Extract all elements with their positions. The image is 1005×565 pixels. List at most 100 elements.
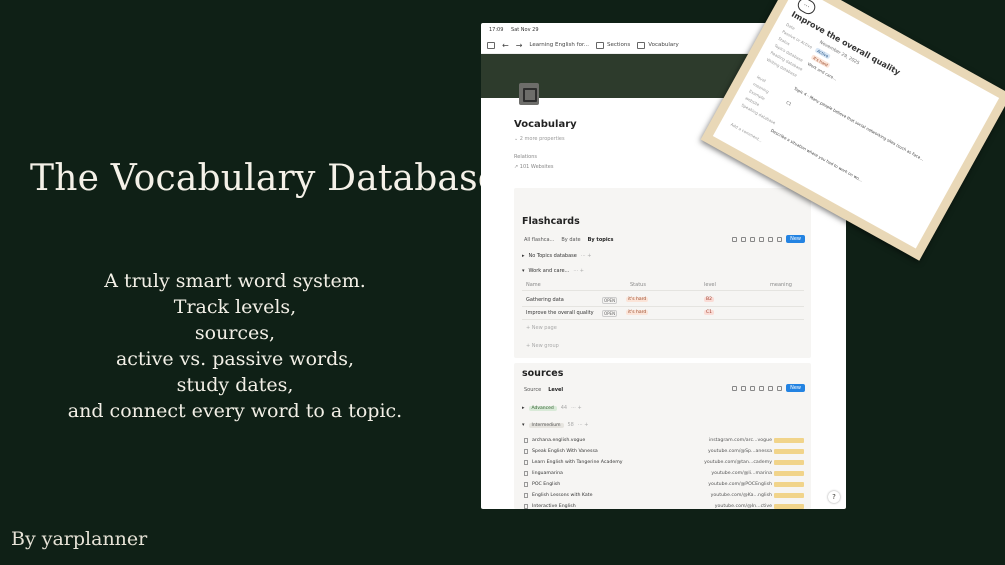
table-row[interactable]: Gathering data OPEN it's hard B2 [522, 294, 804, 307]
sources-title: sources [522, 368, 564, 379]
list-item[interactable]: Learn English with Tangerine Academy yout… [524, 458, 804, 469]
list-item[interactable]: POC English youtube.com/@POCEnglish [524, 480, 804, 491]
list-item[interactable]: archana.english.vogue instagram.com/arc..… [524, 436, 804, 447]
column-header-name[interactable]: Name [526, 282, 541, 288]
breadcrumb-item[interactable]: Vocabulary [637, 41, 679, 49]
help-icon[interactable]: ? [828, 491, 840, 503]
card-speaking-note: Describe a situation where you had to wo… [769, 127, 864, 183]
group-header-intermediate[interactable]: ▾ Intermedium 58 ··· + [522, 422, 588, 428]
more-properties-label: 2 more properties [519, 136, 565, 142]
new-group-label: New group [531, 343, 559, 349]
group-label: Work and care... [528, 268, 570, 274]
tag-chips [774, 504, 804, 509]
table-row[interactable]: Improve the overall quality OPEN it's ha… [522, 307, 804, 320]
vocabulary-page-icon [519, 83, 539, 105]
level-tag: C1 [785, 99, 793, 107]
new-source-button[interactable]: New [786, 384, 805, 392]
websites-relation[interactable]: ↗ 101 Websites [514, 164, 553, 170]
flashcards-toolbar: New [732, 235, 805, 243]
group-label: No Topics database [528, 253, 577, 259]
sources-view-tabs: Source Level [524, 387, 563, 393]
list-item[interactable]: Interactive English youtube.com/@In...cti… [524, 502, 804, 509]
group-count: 58 [567, 422, 574, 428]
filter-icon[interactable] [732, 385, 738, 391]
tab-by-topics[interactable]: By topics [588, 237, 614, 243]
tag-chips [774, 493, 804, 498]
search-icon[interactable] [759, 385, 765, 391]
list-item[interactable]: linguamarina youtube.com/@li...marina [524, 469, 804, 480]
expand-icon[interactable] [768, 385, 774, 391]
source-url[interactable]: youtube.com/@li...marina [711, 471, 772, 476]
automation-icon[interactable] [750, 385, 756, 391]
sources-database: sources Source Level New ▸ Advanced 44 ·… [514, 363, 811, 509]
tagline-line: Track levels, [173, 296, 297, 318]
column-header-level[interactable]: level [704, 282, 716, 288]
settings-icon[interactable] [777, 385, 783, 391]
tagline-line: active vs. passive words, [115, 348, 355, 370]
tab-source[interactable]: Source [524, 387, 541, 393]
add-comment-field[interactable]: Add a comment... [730, 122, 764, 144]
new-flashcard-button[interactable]: New [786, 235, 805, 243]
tab-by-date[interactable]: By date [561, 237, 580, 243]
more-properties-link[interactable]: ⌄ 2 more properties [514, 136, 565, 142]
tag-chips [774, 460, 804, 465]
breadcrumb-label: Vocabulary [648, 42, 679, 48]
card-prop-label: level [756, 74, 767, 84]
tab-all-flashcards[interactable]: All flashca... [524, 237, 554, 243]
tag-chips [774, 482, 804, 487]
breadcrumb-item[interactable]: Sections [595, 41, 631, 49]
group-header-advanced[interactable]: ▸ Advanced 44 ··· + [522, 405, 582, 411]
expand-icon[interactable] [768, 236, 774, 242]
settings-icon[interactable] [777, 236, 783, 242]
source-name: linguamarina [532, 471, 563, 476]
open-button[interactable]: OPEN [602, 310, 618, 317]
source-url[interactable]: youtube.com/@Sp...anessa [708, 449, 772, 454]
breadcrumb-label: Sections [606, 42, 631, 48]
sidebar-toggle-icon[interactable] [487, 41, 495, 49]
list-item[interactable]: Speak English With Vanessa youtube.com/@S… [524, 447, 804, 458]
source-url[interactable]: youtube.com/@In...ctive [715, 504, 772, 509]
breadcrumb-item[interactable]: Learning English for... [529, 42, 589, 48]
filter-icon[interactable] [732, 236, 738, 242]
status-badge: it's hard [626, 310, 649, 315]
page-icon [637, 41, 646, 49]
forward-arrow-icon[interactable]: → [516, 41, 523, 49]
tagline: A truly smart word system. Track levels,… [40, 268, 430, 424]
byline: By yarplanner [11, 528, 148, 550]
column-header-meaning[interactable]: meaning [770, 282, 792, 288]
page-icon [524, 471, 528, 476]
source-url[interactable]: youtube.com/@Ka...nglish [711, 493, 772, 498]
source-name: archana.english.vogue [532, 438, 586, 443]
card-prop-label: Date [785, 21, 796, 31]
page-icon [524, 493, 528, 498]
automation-icon[interactable] [750, 236, 756, 242]
tagline-line: sources, [194, 322, 276, 344]
source-url[interactable]: instagram.com/arc...vogue [709, 438, 772, 443]
tab-level[interactable]: Level [548, 387, 563, 393]
source-name: English Lessons with Kate [532, 493, 593, 498]
page-icon [524, 460, 528, 465]
group-header[interactable]: ▸ No Topics database ··· + [522, 253, 591, 259]
page-icon [595, 41, 604, 49]
page-icon [524, 449, 528, 454]
table-header: Name Status level meaning [522, 281, 804, 291]
level-badge: C1 [704, 310, 715, 315]
new-page-label: New page [531, 325, 557, 331]
new-page-button[interactable]: + New page [526, 325, 557, 331]
list-item[interactable]: English Lessons with Kate youtube.com/@Ka… [524, 491, 804, 502]
open-button[interactable]: OPEN [602, 297, 618, 304]
group-header[interactable]: ▾ Work and care... ··· + [522, 268, 584, 274]
flashcards-view-tabs: All flashca... By date By topics [524, 237, 614, 243]
new-group-button[interactable]: + New group [526, 343, 559, 349]
source-url[interactable]: youtube.com/@POCEnglish [708, 482, 772, 487]
source-url[interactable]: youtube.com/@tan...cademy [704, 460, 772, 465]
level-group-badge: Advanced [528, 405, 557, 411]
sort-icon[interactable] [741, 236, 747, 242]
column-header-status[interactable]: Status [630, 282, 646, 288]
tag-chips [774, 471, 804, 476]
status-time: 17:09 [489, 27, 504, 33]
sort-icon[interactable] [741, 385, 747, 391]
status-badge: it's hard [626, 297, 649, 302]
back-arrow-icon[interactable]: ← [502, 41, 509, 49]
search-icon[interactable] [759, 236, 765, 242]
